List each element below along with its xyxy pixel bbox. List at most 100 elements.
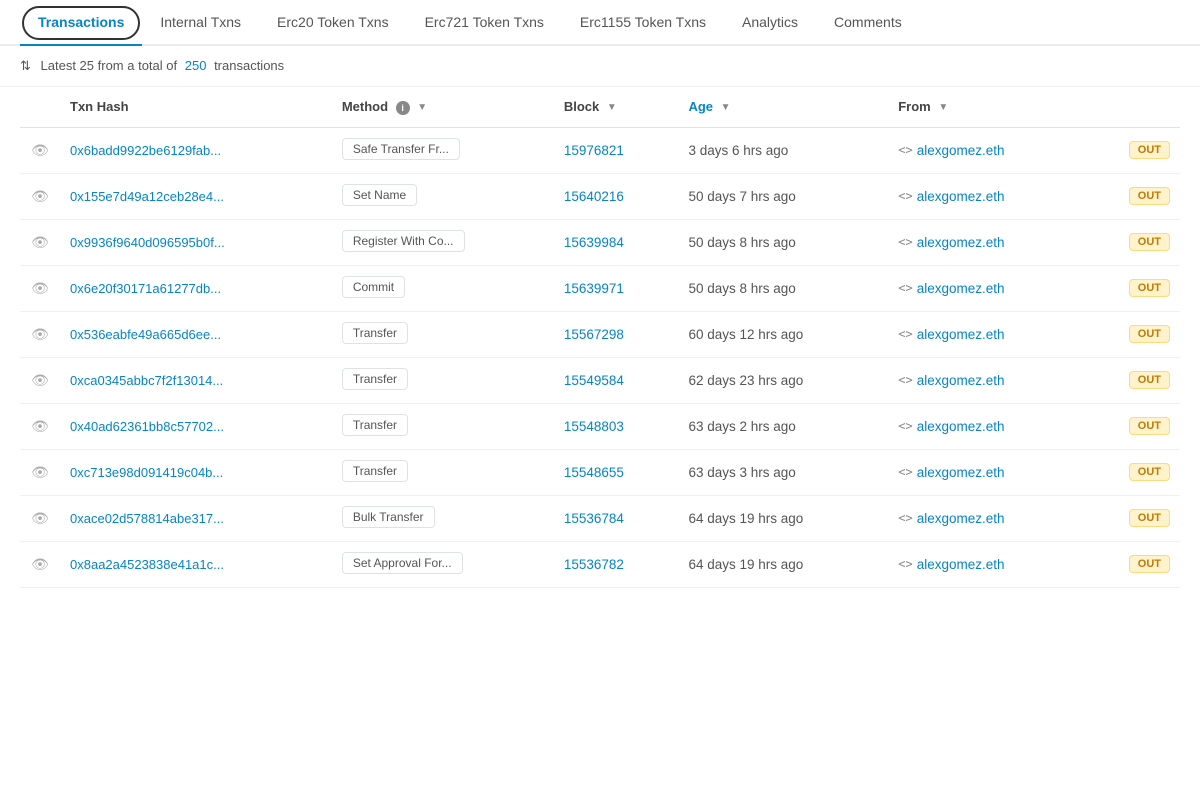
txn-hash-link[interactable]: 0x8aa2a4523838e41a1c... [70, 557, 224, 572]
col-age[interactable]: Age ▼ [678, 87, 888, 127]
block-link[interactable]: 15639971 [564, 281, 624, 296]
eye-icon[interactable]: 👁 [31, 556, 49, 572]
out-badge: OUT [1129, 141, 1170, 159]
eye-icon[interactable]: 👁 [31, 234, 49, 250]
summary-suffix: transactions [214, 58, 284, 73]
block-link[interactable]: 15548803 [564, 419, 624, 434]
block-link[interactable]: 15548655 [564, 465, 624, 480]
txn-hash-link[interactable]: 0xc713e98d091419c04b... [70, 465, 223, 480]
from-address-link[interactable]: alexgomez.eth [917, 327, 1005, 342]
block-link[interactable]: 15536784 [564, 511, 624, 526]
contract-icon: <> [898, 557, 912, 571]
out-badge: OUT [1129, 233, 1170, 251]
eye-icon[interactable]: 👁 [31, 464, 49, 480]
block-link[interactable]: 15549584 [564, 373, 624, 388]
row-direction: OUT [1085, 173, 1180, 219]
row-direction: OUT [1085, 127, 1180, 173]
summary-text: Latest 25 from a total of [41, 58, 178, 73]
row-eye[interactable]: 👁 [20, 403, 60, 449]
row-age: 50 days 7 hrs ago [678, 173, 888, 219]
block-filter-icon[interactable]: ▼ [607, 102, 619, 114]
transactions-table: Txn Hash Method i ▼ Block ▼ Age ▼ From [20, 87, 1180, 588]
table-row: 👁 0xc713e98d091419c04b... Transfer 15548… [20, 449, 1180, 495]
row-txn-hash: 0xca0345abbc7f2f13014... [60, 357, 332, 403]
txn-hash-link[interactable]: 0x9936f9640d096595b0f... [70, 235, 225, 250]
out-badge: OUT [1129, 417, 1170, 435]
txn-hash-link[interactable]: 0x536eabfe49a665d6ee... [70, 327, 221, 342]
txn-hash-link[interactable]: 0x40ad62361bb8c57702... [70, 419, 224, 434]
row-direction: OUT [1085, 357, 1180, 403]
row-eye[interactable]: 👁 [20, 449, 60, 495]
from-address-link[interactable]: alexgomez.eth [917, 235, 1005, 250]
eye-icon[interactable]: 👁 [31, 326, 49, 342]
method-badge: Register With Co... [342, 230, 465, 252]
tab-transactions[interactable]: Transactions [20, 0, 142, 46]
tab-erc721[interactable]: Erc721 Token Txns [407, 0, 562, 44]
from-address-link[interactable]: alexgomez.eth [917, 465, 1005, 480]
from-address-link[interactable]: alexgomez.eth [917, 143, 1005, 158]
from-address: <> alexgomez.eth [898, 235, 1074, 250]
row-block: 15976821 [554, 127, 679, 173]
block-link[interactable]: 15639984 [564, 235, 624, 250]
row-eye[interactable]: 👁 [20, 219, 60, 265]
row-eye[interactable]: 👁 [20, 541, 60, 587]
method-info-icon[interactable]: i [396, 101, 410, 115]
txn-hash-link[interactable]: 0x6badd9922be6129fab... [70, 143, 221, 158]
out-badge: OUT [1129, 509, 1170, 527]
from-filter-icon[interactable]: ▼ [938, 102, 950, 114]
row-age: 50 days 8 hrs ago [678, 265, 888, 311]
row-method: Set Name [332, 173, 554, 219]
row-direction: OUT [1085, 541, 1180, 587]
eye-icon[interactable]: 👁 [31, 418, 49, 434]
method-badge: Transfer [342, 414, 408, 436]
block-link[interactable]: 15567298 [564, 327, 624, 342]
contract-icon: <> [898, 327, 912, 341]
from-address-link[interactable]: alexgomez.eth [917, 419, 1005, 434]
from-address: <> alexgomez.eth [898, 465, 1074, 480]
tab-internal-txns[interactable]: Internal Txns [142, 0, 259, 44]
method-filter-icon[interactable]: ▼ [417, 102, 429, 114]
txn-hash-link[interactable]: 0xca0345abbc7f2f13014... [70, 373, 223, 388]
row-eye[interactable]: 👁 [20, 495, 60, 541]
from-address-link[interactable]: alexgomez.eth [917, 373, 1005, 388]
tab-erc20[interactable]: Erc20 Token Txns [259, 0, 407, 44]
table-row: 👁 0x40ad62361bb8c57702... Transfer 15548… [20, 403, 1180, 449]
eye-icon[interactable]: 👁 [31, 280, 49, 296]
row-block: 15639971 [554, 265, 679, 311]
row-txn-hash: 0x155e7d49a12ceb28e4... [60, 173, 332, 219]
row-eye[interactable]: 👁 [20, 357, 60, 403]
txn-hash-link[interactable]: 0x155e7d49a12ceb28e4... [70, 189, 224, 204]
age-filter-icon[interactable]: ▼ [721, 102, 733, 114]
txn-hash-link[interactable]: 0xace02d578814abe317... [70, 511, 224, 526]
row-eye[interactable]: 👁 [20, 265, 60, 311]
eye-icon[interactable]: 👁 [31, 510, 49, 526]
from-address-link[interactable]: alexgomez.eth [917, 557, 1005, 572]
row-eye[interactable]: 👁 [20, 127, 60, 173]
total-count-link[interactable]: 250 [185, 58, 207, 73]
eye-icon[interactable]: 👁 [31, 142, 49, 158]
tab-erc1155[interactable]: Erc1155 Token Txns [562, 0, 724, 44]
from-address-link[interactable]: alexgomez.eth [917, 281, 1005, 296]
table-header: Txn Hash Method i ▼ Block ▼ Age ▼ From [20, 87, 1180, 127]
method-badge: Safe Transfer Fr... [342, 138, 460, 160]
tab-analytics[interactable]: Analytics [724, 0, 816, 44]
row-method: Commit [332, 265, 554, 311]
eye-icon[interactable]: 👁 [31, 188, 49, 204]
block-link[interactable]: 15640216 [564, 189, 624, 204]
from-address-link[interactable]: alexgomez.eth [917, 511, 1005, 526]
row-block: 15536784 [554, 495, 679, 541]
col-eye [20, 87, 60, 127]
eye-icon[interactable]: 👁 [31, 372, 49, 388]
contract-icon: <> [898, 189, 912, 203]
block-link[interactable]: 15536782 [564, 557, 624, 572]
block-link[interactable]: 15976821 [564, 143, 624, 158]
method-badge: Set Name [342, 184, 417, 206]
row-method: Safe Transfer Fr... [332, 127, 554, 173]
row-eye[interactable]: 👁 [20, 173, 60, 219]
from-address-link[interactable]: alexgomez.eth [917, 189, 1005, 204]
method-badge: Commit [342, 276, 405, 298]
txn-hash-link[interactable]: 0x6e20f30171a61277db... [70, 281, 221, 296]
row-eye[interactable]: 👁 [20, 311, 60, 357]
row-method: Transfer [332, 449, 554, 495]
tab-comments[interactable]: Comments [816, 0, 920, 44]
